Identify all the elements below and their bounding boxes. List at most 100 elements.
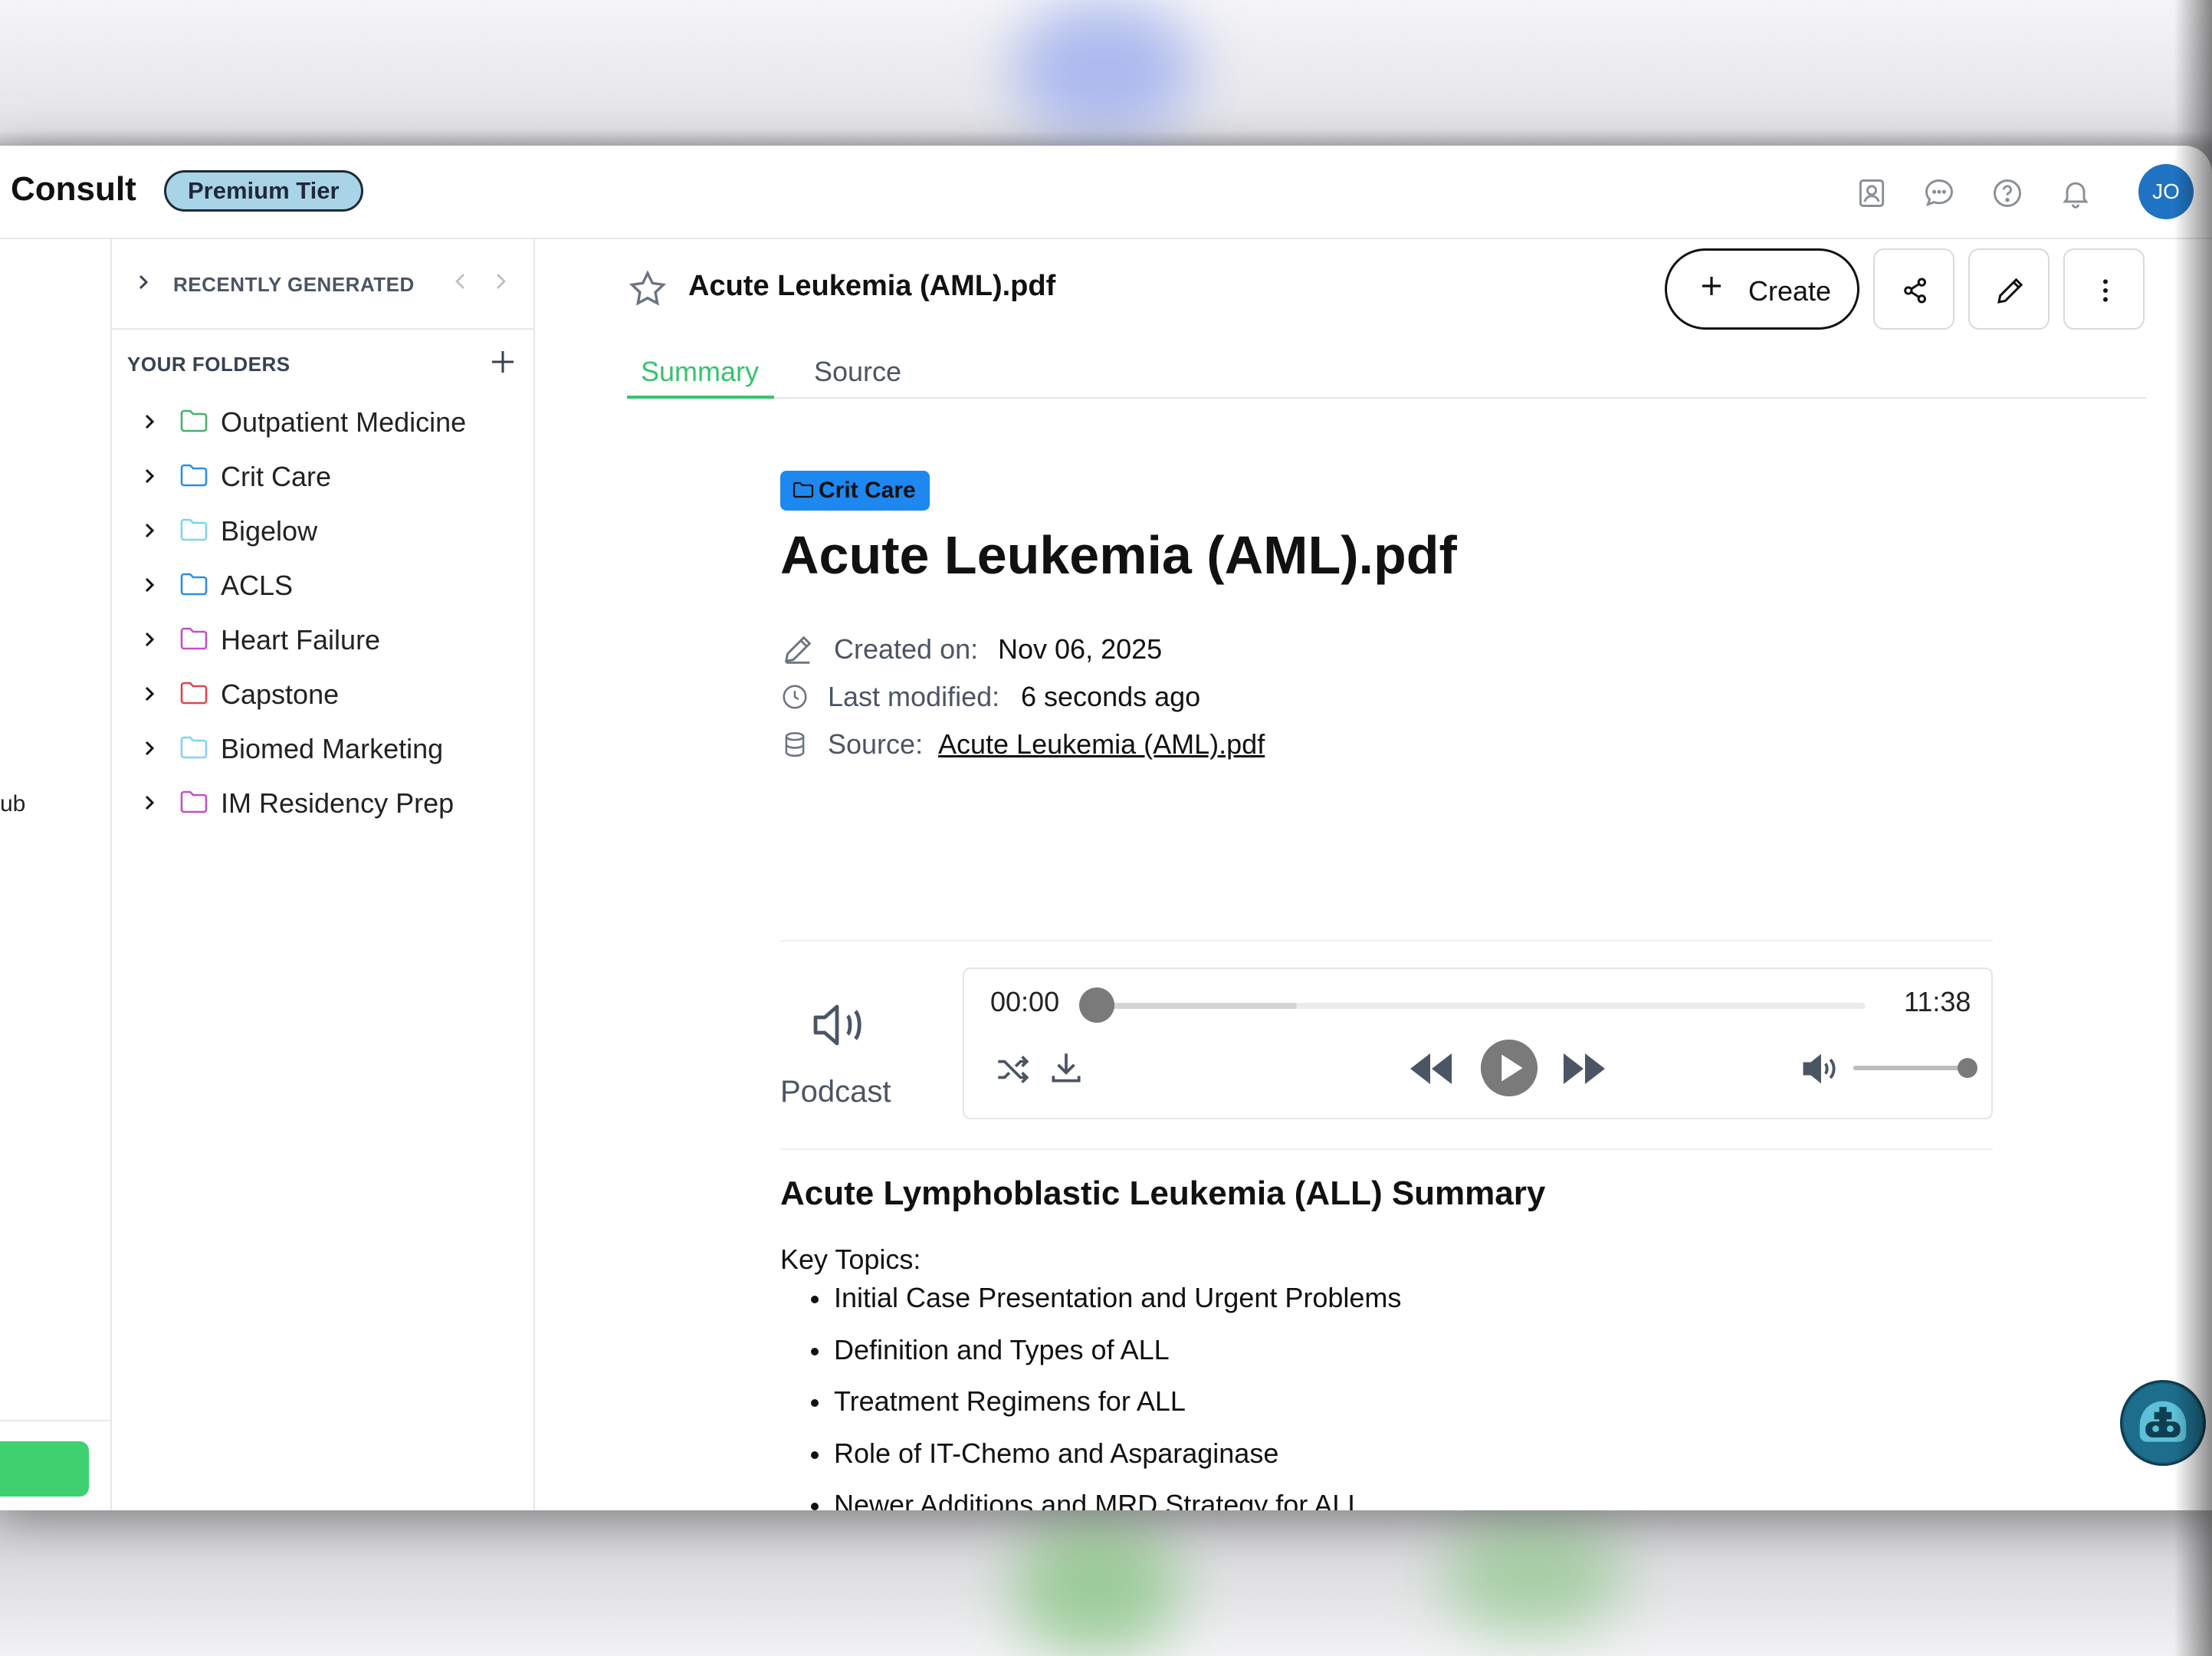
folder-item[interactable]: Outpatient Medicine: [112, 397, 533, 446]
left-rail: ub: [0, 239, 112, 1510]
podcast-label: Podcast: [780, 1075, 891, 1109]
tier-badge[interactable]: Premium Tier: [164, 170, 363, 212]
folder-name: IM Residency Prep: [221, 787, 455, 819]
current-time: 00:00: [990, 986, 1060, 1017]
folder-icon: [180, 409, 208, 432]
folder-name: Capstone: [221, 678, 340, 710]
folder-item[interactable]: ACLS: [112, 560, 533, 610]
tab-summary[interactable]: Summary: [641, 356, 759, 388]
folder-item[interactable]: Heart Failure: [112, 615, 533, 664]
shuffle-icon[interactable]: [993, 1050, 1032, 1089]
total-time: 11:38: [1904, 986, 1971, 1017]
topic-item: Newer Additions and MRD Strategy for ALL: [811, 1489, 1401, 1510]
more-options-button[interactable]: [2063, 248, 2145, 330]
chevron-right-icon[interactable]: [141, 738, 158, 759]
chevron-right-icon[interactable]: [141, 792, 158, 813]
folder-item[interactable]: IM Residency Prep: [112, 778, 533, 827]
last-modified-label: Last modified:: [828, 681, 1000, 712]
volume-level: [1853, 1066, 1970, 1070]
chevron-right-icon[interactable]: [489, 270, 512, 293]
buffered-bar: [1095, 1003, 1297, 1009]
seek-bar[interactable]: [1095, 1003, 1866, 1009]
help-icon[interactable]: [1990, 176, 2024, 210]
fast-forward-icon[interactable]: [1559, 1049, 1608, 1089]
chevron-right-icon[interactable]: [141, 683, 158, 705]
last-modified-value: 6 seconds ago: [1021, 681, 1201, 712]
folder-tag-label: Crit Care: [819, 478, 916, 503]
bell-icon[interactable]: [2059, 176, 2092, 210]
rail-nav-label[interactable]: ub: [0, 791, 25, 817]
key-topics-label: Key Topics:: [780, 1244, 921, 1275]
source-link[interactable]: Acute Leukemia (AML).pdf: [938, 728, 1265, 761]
folder-item[interactable]: Bigelow: [112, 506, 533, 555]
chevron-left-icon[interactable]: [449, 270, 472, 293]
folder-icon: [180, 573, 208, 596]
folder-sidebar: RECENTLY GENERATED YOUR FOLDERS Outpatie…: [112, 239, 535, 1510]
source-label: Source:: [828, 728, 924, 760]
created-on-label: Created on:: [834, 633, 979, 665]
contacts-icon[interactable]: [1855, 176, 1889, 210]
folder-icon: [180, 464, 208, 487]
folder-tag[interactable]: Crit Care: [780, 471, 930, 511]
folder-name: Bigelow: [221, 515, 318, 547]
edit-button[interactable]: [1968, 248, 2050, 330]
folder-name: Heart Failure: [221, 624, 381, 656]
background-blur: [1441, 1518, 1625, 1633]
key-topics-list: Initial Case Presentation and Urgent Pro…: [811, 1282, 1401, 1510]
volume-handle[interactable]: [1958, 1058, 1977, 1078]
pencil-icon: [784, 636, 812, 664]
player-divider: [780, 1148, 1993, 1150]
recently-generated-section[interactable]: RECENTLY GENERATED: [112, 239, 533, 330]
window-edge-shadow: [2174, 0, 2212, 1656]
chevron-right-icon[interactable]: [141, 411, 158, 432]
rewind-icon[interactable]: [1407, 1049, 1456, 1089]
clock-icon: [783, 685, 807, 709]
rail-action-button[interactable]: [0, 1441, 89, 1497]
speaker-icon: [813, 1004, 861, 1046]
folder-icon: [180, 518, 208, 541]
share-button[interactable]: [1873, 248, 1954, 330]
document-tabs: Summary Source: [627, 339, 2146, 399]
folder-item[interactable]: Capstone: [112, 669, 533, 718]
topic-item: Initial Case Presentation and Urgent Pro…: [811, 1282, 1401, 1334]
rail-divider: [0, 1420, 112, 1421]
seek-handle[interactable]: [1079, 987, 1114, 1023]
play-icon[interactable]: [1479, 1038, 1539, 1098]
chevron-right-icon[interactable]: [141, 629, 158, 650]
database-icon: [785, 732, 805, 757]
volume-icon[interactable]: [1800, 1049, 1840, 1089]
background-blur: [1012, 1518, 1180, 1656]
folder-item[interactable]: Biomed Marketing: [112, 724, 533, 773]
star-icon[interactable]: [627, 268, 668, 310]
volume-slider[interactable]: [1853, 1066, 1970, 1070]
folder-icon: [180, 627, 208, 650]
folder-icon: [180, 790, 208, 813]
chat-icon[interactable]: [1922, 176, 1956, 210]
chevron-right-icon[interactable]: [135, 271, 152, 293]
summary-heading: Acute Lymphoblastic Leukemia (ALL) Summa…: [780, 1175, 1546, 1212]
create-button[interactable]: Create: [1665, 248, 1859, 330]
folder-item[interactable]: Crit Care: [112, 452, 533, 501]
topic-item: Treatment Regimens for ALL: [811, 1385, 1401, 1438]
app-title: Consult: [11, 170, 136, 208]
create-label: Create: [1748, 275, 1832, 307]
download-icon[interactable]: [1047, 1049, 1085, 1087]
chevron-right-icon[interactable]: [141, 520, 158, 541]
folder-icon: [180, 682, 208, 705]
document-title-bar: Acute Leukemia (AML).pdf: [688, 270, 1056, 302]
tab-source[interactable]: Source: [814, 356, 901, 388]
meta-divider: [780, 940, 1993, 941]
share-icon: [1904, 278, 1926, 304]
active-tab-indicator: [627, 396, 774, 399]
topic-item: Role of IT-Chemo and Asparaginase: [811, 1438, 1401, 1490]
your-folders-label: YOUR FOLDERS: [127, 353, 290, 376]
chevron-right-icon[interactable]: [141, 465, 158, 487]
more-vertical-icon: [2103, 279, 2108, 302]
document-view: Acute Leukemia (AML).pdf Create Summary …: [535, 239, 2212, 1510]
topic-item: Definition and Types of ALL: [811, 1334, 1401, 1386]
folder-name: ACLS: [221, 570, 294, 601]
background-blur: [1012, 0, 1196, 138]
add-folder-icon[interactable]: [487, 347, 518, 377]
document-heading: Acute Leukemia (AML).pdf: [780, 525, 1457, 585]
chevron-right-icon[interactable]: [141, 574, 158, 596]
